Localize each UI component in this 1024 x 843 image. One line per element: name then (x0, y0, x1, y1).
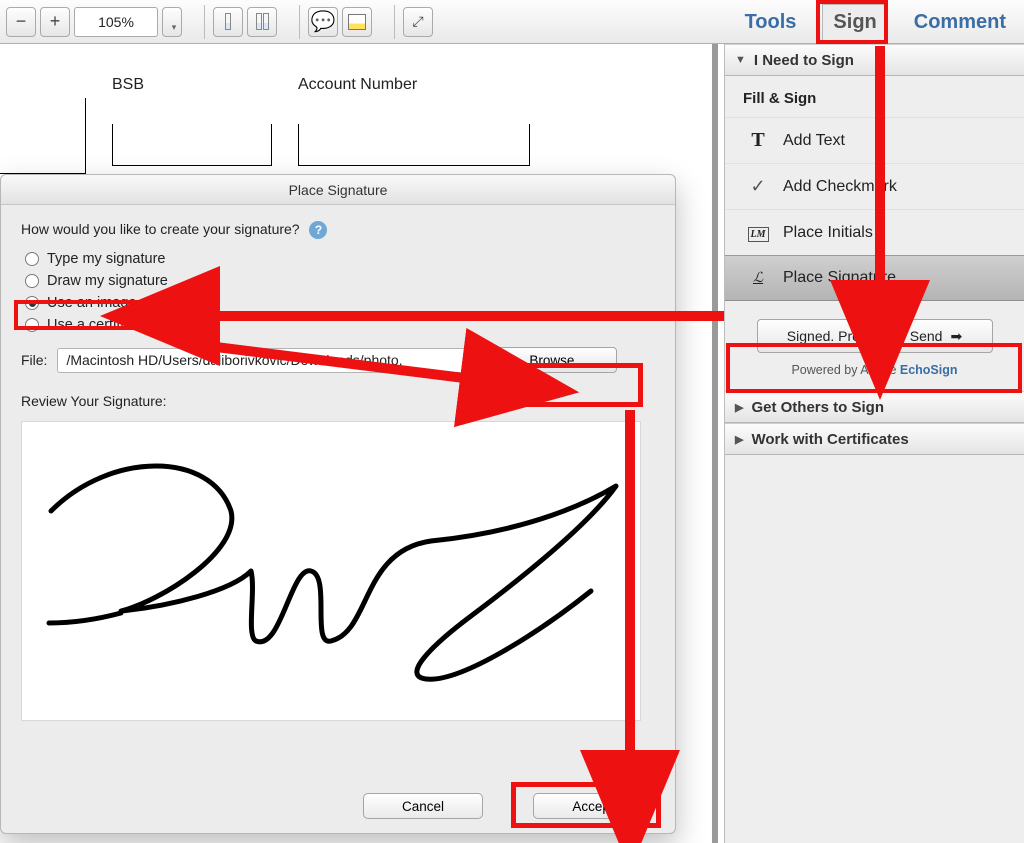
bsb-label: BSB (112, 76, 272, 94)
add-text-label: Add Text (783, 132, 845, 150)
dialog-title: Place Signature (1, 175, 675, 205)
tools-tab[interactable]: Tools (735, 5, 807, 40)
radio-use-certificate[interactable]: Use a certificate (25, 317, 655, 333)
radio-cert-label: Use a certificate (47, 317, 151, 333)
proceed-to-send-button[interactable]: Signed. Proceed to Send ➡ (757, 319, 993, 353)
zoom-out-button[interactable]: − (6, 7, 36, 37)
top-tabs: Tools Sign Comment (735, 0, 1016, 44)
cancel-button[interactable]: Cancel (363, 793, 483, 819)
chevron-right-icon: ▶ (735, 401, 743, 414)
browse-button[interactable]: Browse... (497, 347, 617, 373)
accept-button[interactable]: Accept (533, 793, 653, 819)
add-checkmark-item[interactable]: ✓ Add Checkmark (725, 163, 1024, 209)
toolbar-separator (394, 5, 395, 39)
review-signature-label: Review Your Signature: (21, 393, 655, 409)
work-certs-label: Work with Certificates (751, 431, 908, 448)
i-need-to-sign-header[interactable]: ▼ I Need to Sign (725, 44, 1024, 76)
chevron-right-icon: ▶ (735, 433, 743, 446)
toolbar-separator (204, 5, 205, 39)
dialog-prompt: How would you like to create your signat… (21, 221, 655, 239)
radio-draw-label: Draw my signature (47, 273, 168, 289)
place-signature-dialog: Place Signature How would you like to cr… (0, 174, 676, 834)
chevron-down-icon: ▼ (735, 54, 746, 66)
powered-by-text: Powered by Adobe EchoSign (725, 363, 1024, 377)
form-field-partial (0, 98, 86, 174)
radio-image-label: Use an image (47, 295, 136, 311)
arrow-right-icon: ➡ (950, 328, 962, 345)
fill-sign-label: Fill & Sign (725, 76, 1024, 117)
get-others-label: Get Others to Sign (751, 399, 884, 416)
prompt-text: How would you like to create your signat… (21, 221, 300, 237)
fit-width-icon (225, 13, 231, 30)
place-initials-item[interactable]: LM Place Initials (725, 209, 1024, 255)
radio-icon (25, 252, 39, 266)
highlight-icon (348, 14, 366, 30)
account-label: Account Number (298, 76, 530, 94)
account-input-box[interactable] (298, 124, 530, 166)
zoom-dropdown[interactable] (162, 7, 182, 37)
zoom-field[interactable]: 105% (74, 7, 158, 37)
fit-page-icon (256, 13, 269, 30)
radio-type-signature[interactable]: Type my signature (25, 251, 655, 267)
signature-preview (21, 421, 641, 721)
toolbar-separator (299, 5, 300, 39)
signature-icon: ℒ (747, 270, 769, 287)
radio-icon-selected (25, 296, 39, 310)
place-initials-label: Place Initials (783, 224, 873, 242)
comment-tab[interactable]: Comment (904, 5, 1016, 40)
place-signature-item[interactable]: ℒ Place Signature (725, 255, 1024, 301)
file-path-input[interactable]: /Macintosh HD/Users/daliborivkovic/Downl… (57, 348, 487, 373)
checkmark-icon: ✓ (747, 176, 769, 197)
work-with-certificates-header[interactable]: ▶ Work with Certificates (725, 423, 1024, 455)
help-icon[interactable]: ? (309, 221, 327, 239)
right-panel: ▼ I Need to Sign Fill & Sign T Add Text … (724, 44, 1024, 843)
add-checkmark-label: Add Checkmark (783, 178, 897, 196)
speech-bubble-icon: 💬 (311, 9, 336, 34)
fit-page-button[interactable] (247, 7, 277, 37)
proceed-label: Signed. Proceed to Send (787, 328, 943, 344)
text-icon: T (747, 129, 769, 152)
echosign-link[interactable]: EchoSign (900, 363, 958, 377)
bsb-input-box[interactable] (112, 124, 272, 166)
zoom-in-button[interactable]: + (40, 7, 70, 37)
place-signature-label: Place Signature (783, 269, 896, 287)
radio-draw-signature[interactable]: Draw my signature (25, 273, 655, 289)
sign-tab[interactable]: Sign (822, 4, 887, 40)
radio-icon (25, 318, 39, 332)
file-path-value: /Macintosh HD/Users/daliborivkovic/Downl… (66, 352, 402, 368)
radio-use-image[interactable]: Use an image (25, 295, 655, 311)
fullscreen-button[interactable]: ⤢ (403, 7, 433, 37)
get-others-header[interactable]: ▶ Get Others to Sign (725, 391, 1024, 423)
add-text-item[interactable]: T Add Text (725, 117, 1024, 163)
comment-bubble-button[interactable]: 💬 (308, 7, 338, 37)
powered-prefix: Powered by Adobe (791, 363, 899, 377)
highlight-button[interactable] (342, 7, 372, 37)
form-field-bsb: BSB (112, 76, 272, 166)
radio-icon (25, 274, 39, 288)
radio-type-label: Type my signature (47, 251, 165, 267)
i-need-to-sign-label: I Need to Sign (754, 52, 854, 69)
zoom-value: 105% (98, 14, 134, 30)
initials-icon: LM (747, 224, 769, 242)
expand-icon: ⤢ (412, 13, 423, 30)
fit-width-button[interactable] (213, 7, 243, 37)
form-field-account: Account Number (298, 76, 530, 166)
file-label: File: (21, 352, 47, 368)
signature-image (31, 441, 631, 701)
